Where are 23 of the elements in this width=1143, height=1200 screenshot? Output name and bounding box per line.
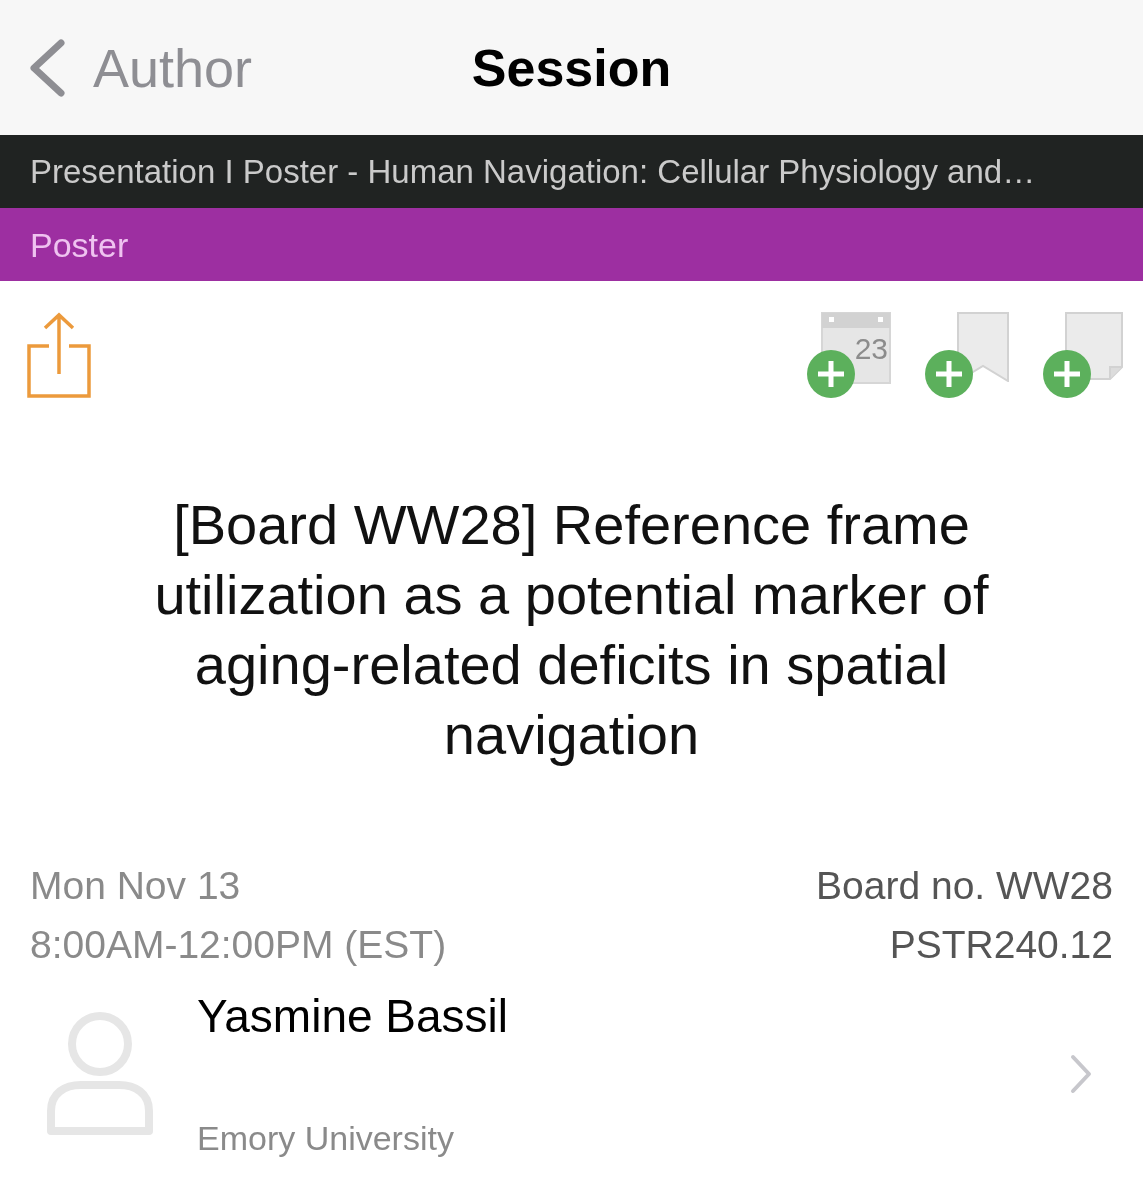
board-number: Board no. WW28 [816,863,1113,909]
share-icon [27,312,91,398]
plus-circle-icon [1043,350,1091,398]
back-button[interactable]: Author [0,38,253,97]
add-to-calendar-button[interactable]: 23 [807,312,891,398]
avatar-placeholder-icon [45,1011,155,1137]
session-date: Mon Nov 13 [30,863,241,909]
add-note-button[interactable] [1043,312,1123,398]
session-time: 8:00AM-12:00PM (EST) [30,922,447,968]
author-name: Yasmine Bassil [197,989,509,1044]
plus-circle-icon [925,350,973,398]
calendar-day: 23 [854,334,888,364]
chevron-right-icon [1070,1054,1092,1094]
screen-title: Session [471,41,672,94]
chevron-left-icon [28,38,65,97]
share-button[interactable] [27,312,91,398]
type-label: Poster [30,227,129,262]
session-title: [Board WW28] Reference frame utilization as a potential marker of aging-related deficits in spatial navigation [153,492,990,768]
breadcrumb-text: Presentation I Poster - Human Navigation: Cellular Physiology and… [30,155,1036,188]
plus-circle-icon [807,350,855,398]
add-bookmark-button[interactable] [925,312,1009,398]
author-affiliation: Emory University [197,1118,454,1159]
presentation-code: PSTR240.12 [889,922,1113,968]
